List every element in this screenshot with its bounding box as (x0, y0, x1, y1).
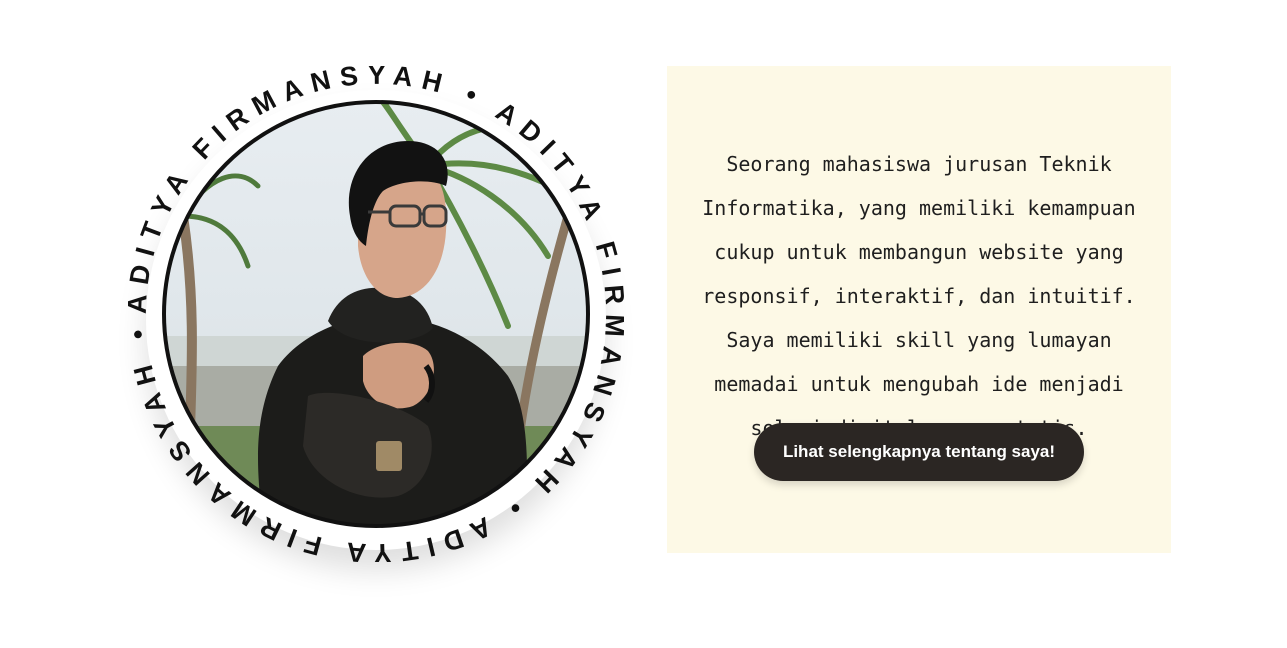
about-more-button[interactable]: Lihat selengkapnya tentang saya! (754, 423, 1084, 481)
about-card: Seorang mahasiswa jurusan Teknik Informa… (667, 66, 1171, 553)
about-description: Seorang mahasiswa jurusan Teknik Informa… (702, 152, 1136, 440)
profile-badge: ADITYA FIRMANSYAH • ADITYA FIRMANSYAH • … (128, 66, 624, 562)
profile-badge-graphic: ADITYA FIRMANSYAH • ADITYA FIRMANSYAH • … (128, 66, 624, 562)
about-section: ADITYA FIRMANSYAH • ADITYA FIRMANSYAH • … (0, 0, 1287, 648)
